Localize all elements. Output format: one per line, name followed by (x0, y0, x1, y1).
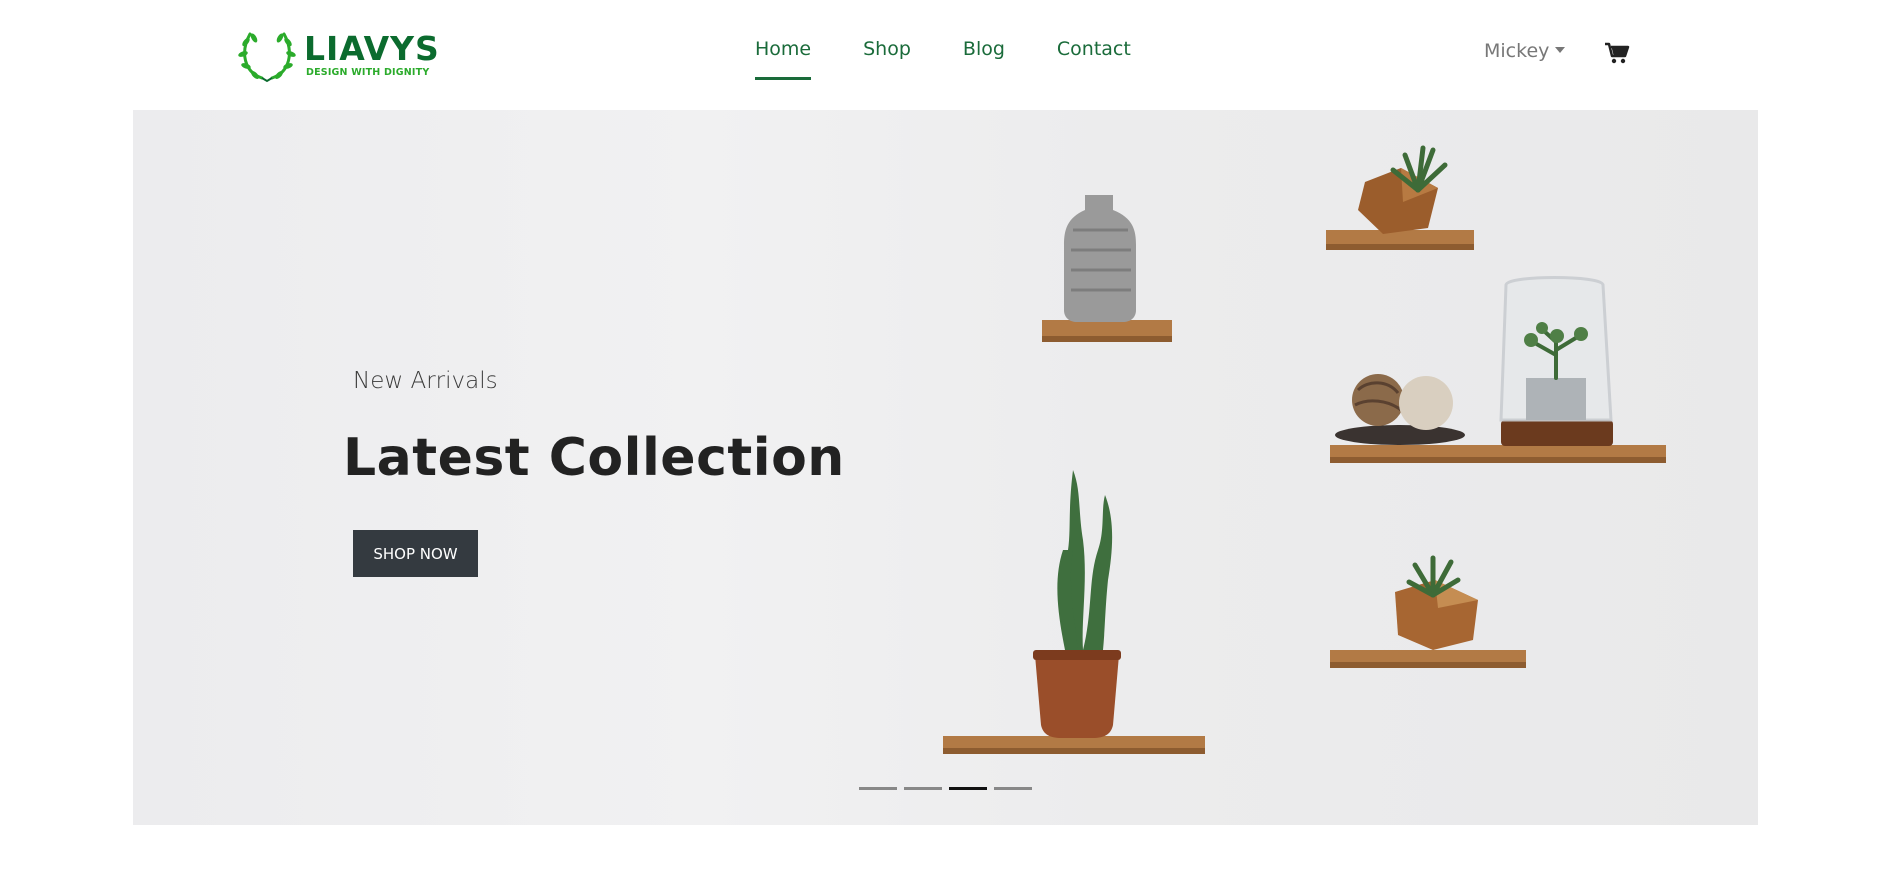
geo-pot-shelf-top (1326, 145, 1474, 250)
nav-shop[interactable]: Shop (853, 28, 921, 80)
brand-name: LIAVYS (304, 28, 440, 68)
hero-title: Latest Collection (343, 428, 845, 488)
carousel-indicator-4[interactable] (994, 787, 1032, 790)
carousel-indicators (859, 787, 1032, 790)
nav-home[interactable]: Home (745, 28, 821, 80)
middle-shelf (1330, 276, 1666, 463)
cart-icon[interactable] (1604, 42, 1630, 64)
nav-contact[interactable]: Contact (1047, 28, 1141, 80)
site-header: LIAVYS DESIGN WITH DIGNITY Home Shop Blo… (0, 0, 1896, 110)
main-nav: Home Shop Blog Contact (745, 28, 1173, 80)
nav-blog[interactable]: Blog (953, 28, 1015, 80)
user-name: Mickey (1484, 40, 1550, 62)
chevron-down-icon (1555, 47, 1566, 53)
user-menu[interactable]: Mickey (1484, 40, 1566, 62)
carousel-indicator-2[interactable] (904, 787, 942, 790)
carousel-indicator-1[interactable] (859, 787, 897, 790)
hero-carousel: New Arrivals Latest Collection SHOP NOW (133, 110, 1758, 825)
hero-subtitle: New Arrivals (353, 368, 498, 394)
brand-logo[interactable]: LIAVYS DESIGN WITH DIGNITY (236, 24, 440, 84)
shop-now-button[interactable]: SHOP NOW (353, 530, 478, 577)
vase-shelf (1042, 195, 1172, 342)
carousel-indicator-3[interactable] (949, 787, 987, 790)
geo-pot-shelf-bottom (1330, 555, 1526, 668)
cactus-shelf (943, 470, 1205, 754)
brand-tagline: DESIGN WITH DIGNITY (306, 66, 430, 78)
laurel-wreath-icon (238, 32, 296, 83)
